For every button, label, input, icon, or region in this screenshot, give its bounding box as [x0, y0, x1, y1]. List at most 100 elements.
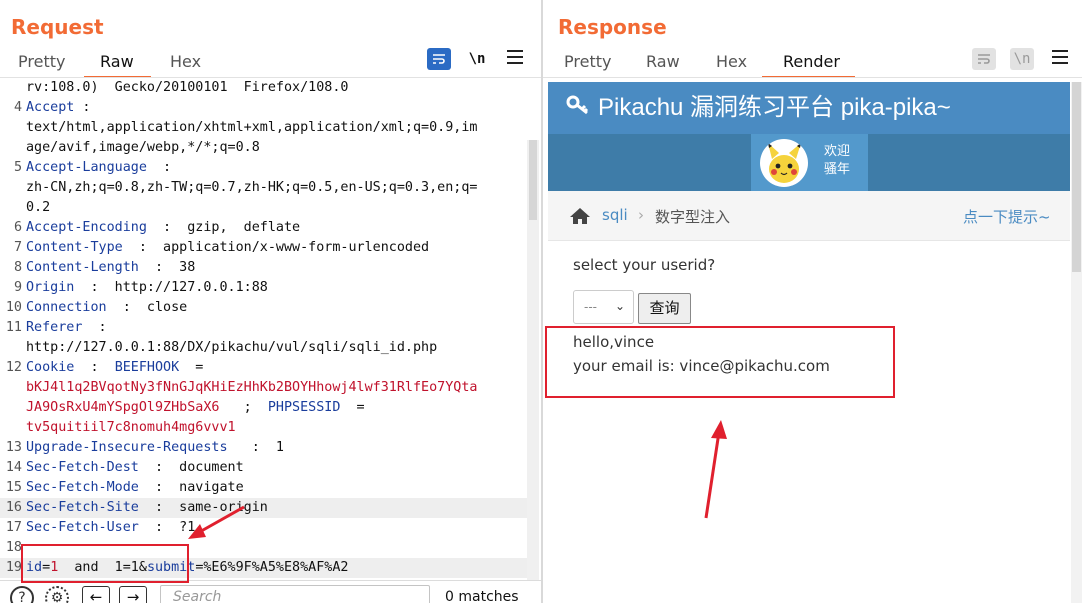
editor-line[interactable]: 8 Content-Length : 38	[0, 258, 527, 278]
line-code: Cookie : BEEFHOOK =	[26, 358, 203, 378]
wrap-icon[interactable]	[972, 48, 996, 70]
header-key: PHPSESSID	[267, 400, 341, 415]
user-card[interactable]: 欢迎 骚年	[751, 134, 868, 191]
menu-icon[interactable]	[1052, 50, 1068, 64]
editor-line[interactable]: 0.2	[0, 198, 527, 218]
tab-hex[interactable]: Hex	[716, 52, 747, 71]
key-icon	[566, 82, 590, 134]
render-scrollbar[interactable]	[1071, 82, 1082, 603]
menu-icon[interactable]	[507, 50, 523, 64]
line-number: 13	[5, 440, 22, 455]
settings-icon[interactable]: ⚙	[45, 586, 69, 603]
breadcrumb: sqli › 数字型注入 点一下提示~	[548, 191, 1070, 241]
line-number: 6	[13, 220, 22, 235]
line-code: Referer :	[26, 318, 107, 338]
line-number: 4	[13, 100, 22, 115]
header-value: : ?1	[138, 520, 196, 535]
tab-raw[interactable]: Raw	[646, 52, 680, 71]
editor-line[interactable]: 15 Sec-Fetch-Mode : navigate	[0, 478, 527, 498]
editor-line[interactable]: tv5quitiil7c8nomuh4mg6vvv1	[0, 418, 527, 438]
line-number: 14	[5, 460, 22, 475]
header-value: : document	[138, 460, 244, 475]
welcome-name: 骚年	[824, 162, 851, 177]
hint-link[interactable]: 点一下提示~	[963, 206, 1051, 227]
request-tabs: Pretty Raw Hex	[0, 50, 541, 78]
tab-raw[interactable]: Raw	[100, 52, 134, 71]
newline-toggle-button[interactable]: \n	[1010, 48, 1034, 70]
welcome-line: 欢迎	[824, 144, 851, 159]
editor-line[interactable]: JA9OsRxU4mYSpgOl9ZHbSaX6 ; PHPSESSID =	[0, 398, 527, 418]
response-panel: Response Pretty Raw Hex Render \n Pikach…	[543, 0, 1082, 603]
cookie-value: JA9OsRxU4mYSpgOl9ZHbSaX6	[26, 400, 220, 415]
header-key: Accept	[26, 100, 75, 115]
newline-toggle-button[interactable]: \n	[465, 48, 489, 70]
editor-line[interactable]: 14 Sec-Fetch-Dest : document	[0, 458, 527, 478]
response-tabs: Pretty Raw Hex Render	[543, 50, 1082, 78]
line-code: Content-Length : 38	[26, 258, 195, 278]
search-input[interactable]: Search	[160, 585, 430, 603]
header-value: rv:108.0) Gecko/20100101 Firefox/108.0	[26, 80, 349, 95]
breadcrumb-current: 数字型注入	[655, 208, 731, 226]
editor-line[interactable]: 6 Accept-Encoding : gzip, deflate	[0, 218, 527, 238]
editor-line[interactable]: 7 Content-Type : application/x-www-form-u…	[0, 238, 527, 258]
next-arrow-icon[interactable]: →	[119, 586, 147, 603]
header-value: zh-CN,zh;q=0.8,zh-TW;q=0.7,zh-HK;q=0.5,e…	[26, 180, 478, 195]
line-code: Sec-Fetch-User : ?1	[26, 518, 195, 538]
editor-line[interactable]: bKJ4l1q2BVqotNy3fNnGJqKHiEzHhKb2BOYHhowj…	[0, 378, 527, 398]
editor-line[interactable]: 4 Accept :	[0, 98, 527, 118]
editor-line[interactable]: rv:108.0) Gecko/20100101 Firefox/108.0	[0, 78, 527, 98]
editor-line[interactable]: 12 Cookie : BEEFHOOK =	[0, 358, 527, 378]
header-value: http://127.0.0.1:88/DX/pikachu/vul/sqli/…	[26, 340, 438, 355]
header-key: Accept-Encoding	[26, 220, 147, 235]
editor-line[interactable]: 10 Connection : close	[0, 298, 527, 318]
tab-render[interactable]: Render	[783, 52, 840, 71]
line-code: tv5quitiil7c8nomuh4mg6vvv1	[26, 418, 236, 438]
line-number: 16	[5, 500, 22, 515]
line-code: 0.2	[26, 198, 50, 218]
line-code: text/html,application/xhtml+xml,applicat…	[26, 118, 477, 138]
site-header: Pikachu 漏洞练习平台 pika-pika~	[548, 82, 1070, 134]
header-key: Referer	[26, 320, 83, 335]
editor-line[interactable]: http://127.0.0.1:88/DX/pikachu/vul/sqli/…	[0, 338, 527, 358]
header-value: :	[74, 100, 91, 115]
request-title: Request	[11, 15, 104, 39]
breadcrumb-sqli-link[interactable]: sqli	[602, 206, 628, 224]
request-scrollbar[interactable]	[527, 140, 539, 580]
request-editor[interactable]: rv:108.0) Gecko/20100101 Firefox/108.0 4 A…	[0, 78, 527, 580]
header-value: : http://127.0.0.1:88	[74, 280, 268, 295]
annotation-payload-box	[21, 544, 189, 583]
header-key: BEEFHOOK	[114, 360, 180, 375]
wrap-icon[interactable]	[427, 48, 451, 70]
breadcrumb-separator: ›	[638, 206, 644, 224]
userid-select[interactable]: --- ⌄	[573, 290, 634, 324]
prev-arrow-icon[interactable]: ←	[82, 586, 110, 603]
line-code: Upgrade-Insecure-Requests : 1	[26, 438, 284, 458]
editor-line[interactable]: age/avif,image/webp,*/*;q=0.8	[0, 138, 527, 158]
header-value: :	[82, 320, 107, 335]
editor-line[interactable]: 17 Sec-Fetch-User : ?1	[0, 518, 527, 538]
tab-pretty[interactable]: Pretty	[18, 52, 65, 71]
header-key: Sec-Fetch-Dest	[26, 460, 139, 475]
tab-pretty[interactable]: Pretty	[564, 52, 611, 71]
header-value: :	[146, 160, 172, 175]
header-key: Sec-Fetch-User	[26, 520, 139, 535]
line-code: Sec-Fetch-Mode : navigate	[26, 478, 244, 498]
editor-line[interactable]: 5 Accept-Language :	[0, 158, 527, 178]
home-icon[interactable]	[569, 207, 591, 225]
editor-line[interactable]: 13 Upgrade-Insecure-Requests : 1	[0, 438, 527, 458]
header-key: Sec-Fetch-Site	[26, 500, 139, 515]
line-number: 19	[5, 560, 22, 575]
query-button[interactable]: 查询	[638, 293, 691, 324]
editor-line[interactable]: 16 Sec-Fetch-Site : same-origin	[0, 498, 527, 518]
line-code: Accept-Language :	[26, 158, 171, 178]
editor-line[interactable]: zh-CN,zh;q=0.8,zh-TW;q=0.7,zh-HK;q=0.5,e…	[0, 178, 527, 198]
help-icon[interactable]: ?	[10, 586, 34, 603]
editor-line[interactable]: text/html,application/xhtml+xml,applicat…	[0, 118, 527, 138]
editor-line[interactable]: 9 Origin : http://127.0.0.1:88	[0, 278, 527, 298]
line-number: 5	[13, 160, 22, 175]
welcome-text: 欢迎 骚年	[824, 143, 850, 179]
line-code: bKJ4l1q2BVqotNy3fNnGJqKHiEzHhKb2BOYHhowj…	[26, 378, 477, 398]
tab-hex[interactable]: Hex	[170, 52, 201, 71]
header-value: =%E6%9F%A5%E8%AF%A2	[195, 560, 349, 575]
editor-line[interactable]: 11 Referer :	[0, 318, 527, 338]
